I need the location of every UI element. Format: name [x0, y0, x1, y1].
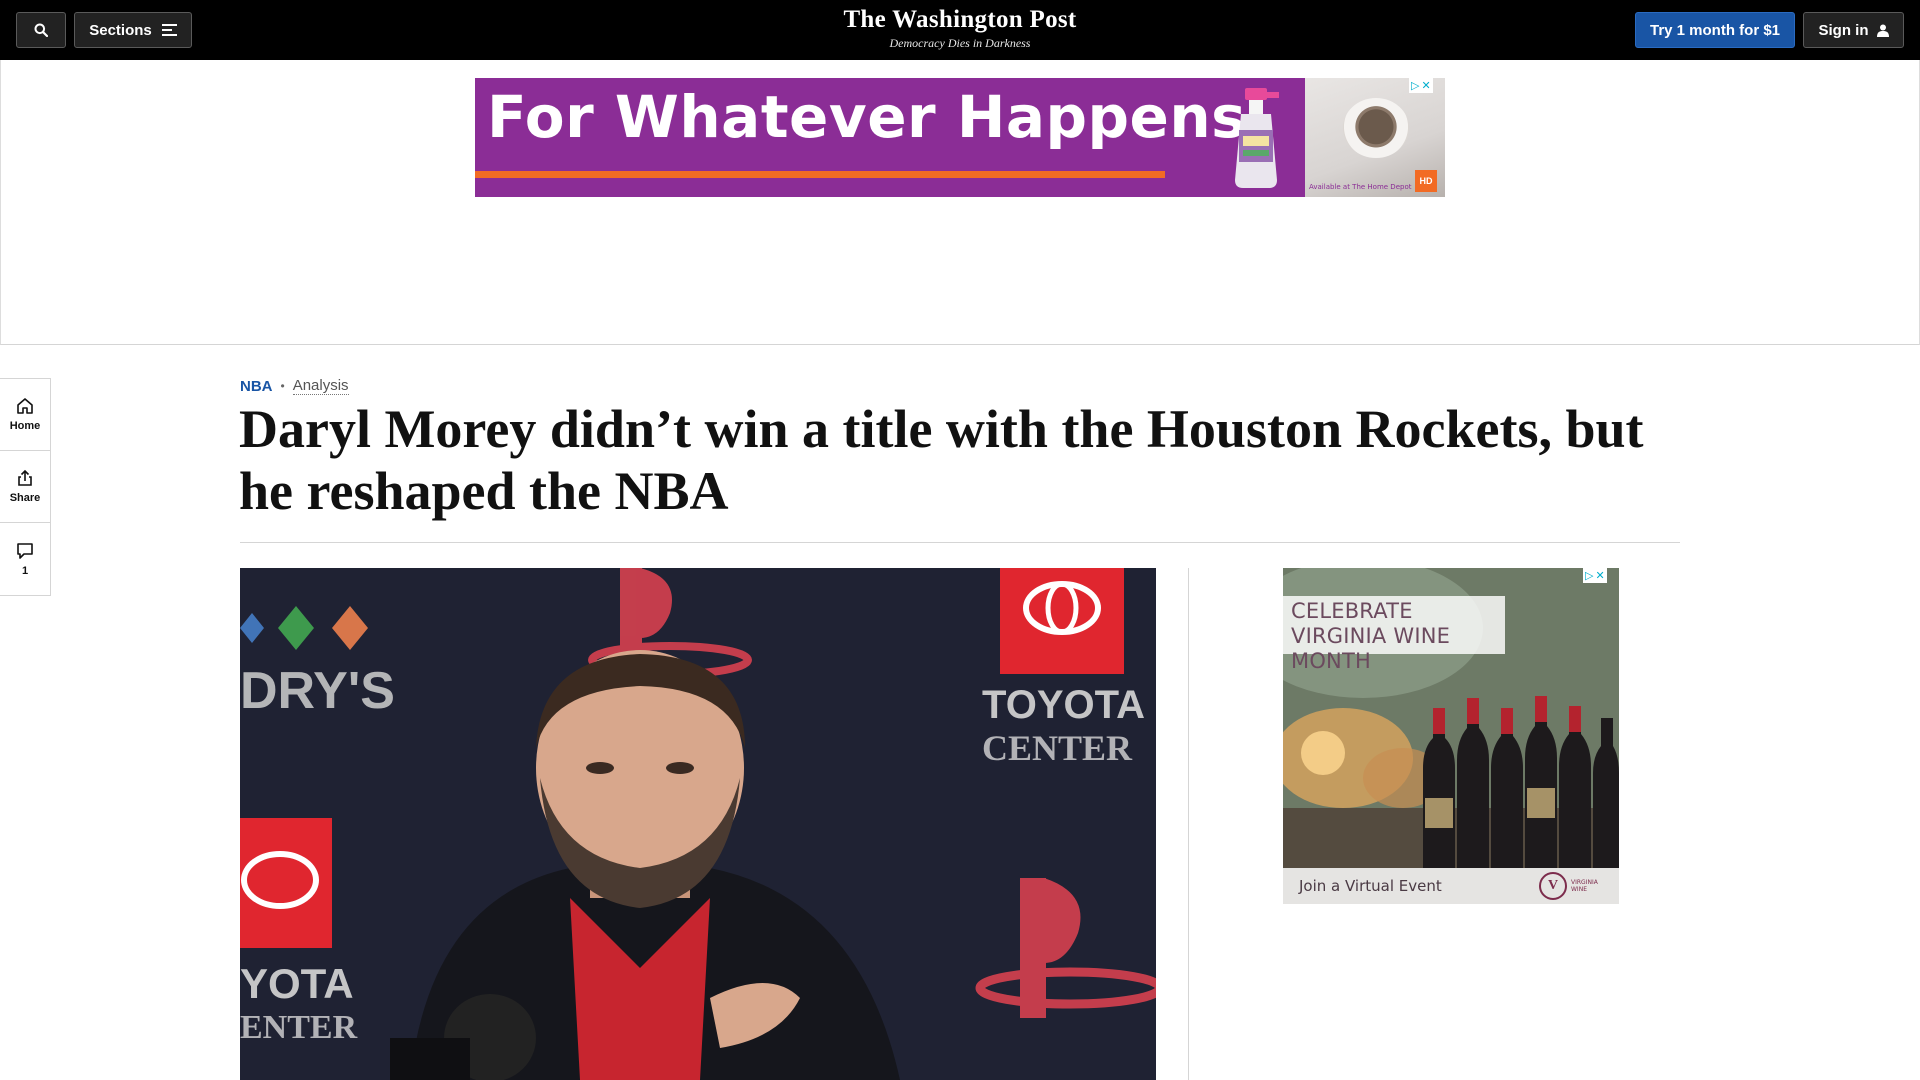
top-ad-headline: For Whatever Happens: [487, 83, 1247, 151]
subscribe-trial-button[interactable]: Try 1 month for $1: [1635, 12, 1795, 48]
article-headline: Daryl Morey didn’t win a title with the …: [239, 399, 1644, 521]
rail-home-button[interactable]: Home: [0, 379, 50, 451]
press-conference-photo: DRY'S TOYOTA CENTER YOTA ENTER: [240, 568, 1156, 1080]
rail-comments-button[interactable]: 1: [0, 523, 50, 595]
top-ad-fineprint: Available at The Home Depot: [1309, 183, 1412, 191]
kicker-analysis-label[interactable]: Analysis: [292, 377, 349, 395]
right-rail-ad[interactable]: CELEBRATE VIRGINIA WINE MONTH Join a Vir…: [1283, 568, 1619, 904]
virginia-wine-mark-icon: V: [1539, 872, 1567, 900]
search-button[interactable]: [16, 12, 66, 48]
sign-in-button[interactable]: Sign in: [1803, 12, 1904, 48]
right-ad-footer: Join a Virtual Event V VIRGINIA WINE: [1283, 868, 1619, 904]
article-kicker: NBA • Analysis: [240, 377, 349, 395]
coffee-cup-image: Available at The Home Depot HD: [1305, 78, 1445, 197]
coffee-cup: [1343, 98, 1409, 158]
kicker-section-link[interactable]: NBA: [240, 378, 273, 395]
comment-icon: [17, 542, 33, 559]
column-divider: [1188, 568, 1189, 1080]
user-icon: [1876, 24, 1889, 37]
masthead-title: The Washington Post: [843, 6, 1077, 33]
virginia-wine-logo: V VIRGINIA WINE: [1539, 872, 1607, 900]
virginia-wine-wordmark: VIRGINIA WINE: [1571, 879, 1598, 893]
headline-divider: [240, 542, 1680, 543]
lead-photo[interactable]: DRY'S TOYOTA CENTER YOTA ENTER: [240, 568, 1156, 1080]
close-ad-icon[interactable]: ✕: [1421, 79, 1430, 92]
adchoices-icon: ▷: [1411, 79, 1420, 92]
masthead-logo[interactable]: The Washington Post Democracy Dies in Da…: [760, 6, 1160, 50]
search-icon: [34, 23, 48, 37]
rail-home-label: Home: [9, 420, 41, 432]
rail-comments-count: 1: [21, 564, 29, 577]
right-adchoices-icon: ▷: [1585, 569, 1594, 582]
svg-text:TOYOTA: TOYOTA: [982, 683, 1145, 727]
top-banner-ad[interactable]: For Whatever Happens Available at The Ho…: [475, 78, 1445, 197]
top-ad-stripe: [475, 171, 1165, 178]
left-action-rail: Home Share 1: [0, 378, 51, 596]
rail-share-button[interactable]: Share: [0, 451, 50, 523]
home-icon: [17, 398, 33, 414]
right-close-ad-icon[interactable]: ✕: [1595, 569, 1604, 582]
menu-icon: [161, 24, 177, 36]
svg-text:CENTER: CENTER: [982, 728, 1133, 768]
svg-text:ENTER: ENTER: [240, 1009, 358, 1046]
sections-menu-button[interactable]: Sections: [74, 12, 192, 48]
svg-text:YOTA: YOTA: [240, 960, 354, 1007]
right-adchoices-badge[interactable]: ▷ ✕: [1583, 568, 1607, 583]
share-icon: [18, 469, 32, 486]
masthead-tagline: Democracy Dies in Darkness: [889, 36, 1031, 50]
rail-share-label: Share: [9, 492, 41, 504]
spray-bottle-image: [1235, 88, 1279, 188]
right-ad-cta[interactable]: Join a Virtual Event: [1299, 877, 1442, 895]
kicker-separator: •: [280, 379, 285, 393]
adchoices-badge[interactable]: ▷ ✕: [1409, 78, 1433, 93]
svg-text:DRY'S: DRY'S: [240, 662, 395, 720]
home-depot-logo: HD: [1415, 170, 1437, 192]
top-nav: Sections The Washington Post Democracy D…: [0, 0, 1920, 60]
right-ad-title: CELEBRATE VIRGINIA WINE MONTH: [1283, 596, 1505, 673]
sign-in-label: Sign in: [1818, 21, 1869, 39]
sections-label: Sections: [89, 21, 152, 39]
